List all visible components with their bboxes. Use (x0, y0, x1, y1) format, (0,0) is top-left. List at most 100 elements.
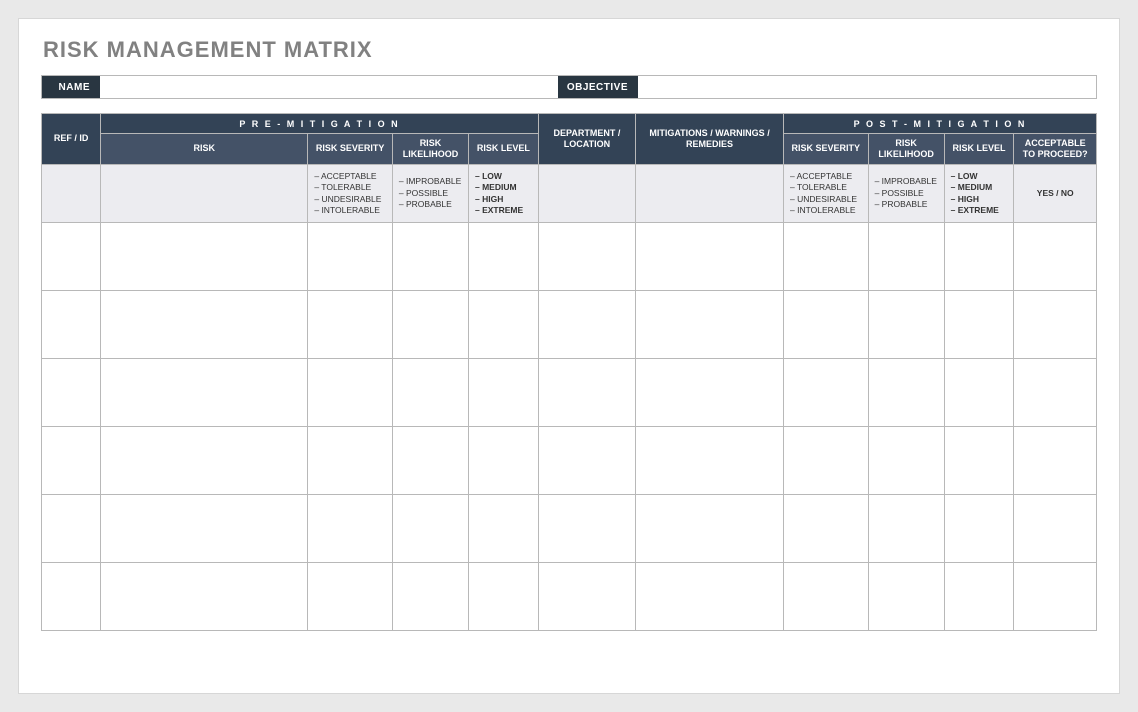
cell[interactable] (538, 427, 635, 495)
cell[interactable] (636, 359, 784, 427)
table-row (42, 291, 1097, 359)
cell[interactable] (101, 359, 308, 427)
name-label: NAME (42, 76, 100, 98)
cell[interactable] (101, 291, 308, 359)
cell[interactable] (636, 291, 784, 359)
cell[interactable] (392, 291, 468, 359)
cell[interactable] (42, 359, 101, 427)
hint-department[interactable] (538, 164, 635, 223)
col-acceptable: ACCEPTABLE TO PROCEED? (1014, 134, 1097, 165)
hints-row: – ACCEPTABLE– TOLERABLE– UNDESIRABLE– IN… (42, 164, 1097, 223)
cell[interactable] (392, 359, 468, 427)
cell[interactable] (42, 427, 101, 495)
cell[interactable] (308, 563, 393, 631)
cell[interactable] (538, 359, 635, 427)
cell[interactable] (868, 359, 944, 427)
cell[interactable] (392, 495, 468, 563)
cell[interactable] (42, 495, 101, 563)
cell[interactable] (392, 427, 468, 495)
cell[interactable] (42, 563, 101, 631)
cell[interactable] (944, 495, 1014, 563)
cell[interactable] (784, 495, 869, 563)
cell[interactable] (469, 291, 539, 359)
col-likelihood-pre: RISK LIKELIHOOD (392, 134, 468, 165)
name-field[interactable] (100, 76, 558, 98)
cell[interactable] (784, 291, 869, 359)
table-row (42, 495, 1097, 563)
page-title: RISK MANAGEMENT MATRIX (43, 37, 1097, 63)
cell[interactable] (868, 223, 944, 291)
cell[interactable] (868, 291, 944, 359)
cell[interactable] (538, 223, 635, 291)
cell[interactable] (944, 291, 1014, 359)
cell[interactable] (944, 359, 1014, 427)
cell[interactable] (101, 563, 308, 631)
col-severity-pre: RISK SEVERITY (308, 134, 393, 165)
cell[interactable] (636, 223, 784, 291)
cell[interactable] (469, 359, 539, 427)
cell[interactable] (784, 359, 869, 427)
cell[interactable] (42, 291, 101, 359)
table-row (42, 563, 1097, 631)
hint-level-pre: – LOW– MEDIUM– HIGH– EXTREME (469, 164, 539, 223)
cell[interactable] (636, 563, 784, 631)
hint-acceptable: YES / NO (1014, 164, 1097, 223)
cell[interactable] (1014, 223, 1097, 291)
cell[interactable] (944, 427, 1014, 495)
cell[interactable] (469, 495, 539, 563)
cell[interactable] (101, 427, 308, 495)
cell[interactable] (1014, 427, 1097, 495)
table-row (42, 223, 1097, 291)
cell[interactable] (469, 563, 539, 631)
band-pre: P R E - M I T I G A T I O N (101, 114, 539, 134)
cell[interactable] (538, 495, 635, 563)
meta-row: NAME OBJECTIVE (41, 75, 1097, 99)
cell[interactable] (538, 291, 635, 359)
hint-likelihood-pre: – IMPROBABLE– POSSIBLE– PROBABLE (392, 164, 468, 223)
objective-label: OBJECTIVE (558, 76, 638, 98)
col-severity-post: RISK SEVERITY (784, 134, 869, 165)
cell[interactable] (308, 223, 393, 291)
risk-matrix-table: REF / ID P R E - M I T I G A T I O N DEP… (41, 113, 1097, 631)
cell[interactable] (308, 359, 393, 427)
cell[interactable] (469, 427, 539, 495)
hint-risk[interactable] (101, 164, 308, 223)
cell[interactable] (308, 291, 393, 359)
hint-severity-post: – ACCEPTABLE– TOLERABLE– UNDESIRABLE– IN… (784, 164, 869, 223)
cell[interactable] (784, 563, 869, 631)
cell[interactable] (1014, 359, 1097, 427)
cell[interactable] (944, 223, 1014, 291)
cell[interactable] (636, 427, 784, 495)
cell[interactable] (1014, 495, 1097, 563)
cell[interactable] (868, 427, 944, 495)
cell[interactable] (1014, 563, 1097, 631)
cell[interactable] (42, 223, 101, 291)
table-head: REF / ID P R E - M I T I G A T I O N DEP… (42, 114, 1097, 165)
band-post: P O S T - M I T I G A T I O N (784, 114, 1097, 134)
cell[interactable] (636, 495, 784, 563)
hint-mitigations[interactable] (636, 164, 784, 223)
col-risk: RISK (101, 134, 308, 165)
col-level-pre: RISK LEVEL (469, 134, 539, 165)
cell[interactable] (1014, 291, 1097, 359)
objective-field[interactable] (638, 76, 1096, 98)
cell[interactable] (538, 563, 635, 631)
cell[interactable] (784, 223, 869, 291)
table-row (42, 427, 1097, 495)
cell[interactable] (308, 427, 393, 495)
hint-ref[interactable] (42, 164, 101, 223)
cell[interactable] (784, 427, 869, 495)
cell[interactable] (868, 495, 944, 563)
cell[interactable] (469, 223, 539, 291)
cell[interactable] (944, 563, 1014, 631)
cell[interactable] (392, 563, 468, 631)
hint-severity-pre: – ACCEPTABLE– TOLERABLE– UNDESIRABLE– IN… (308, 164, 393, 223)
col-level-post: RISK LEVEL (944, 134, 1014, 165)
cell[interactable] (101, 495, 308, 563)
cell[interactable] (308, 495, 393, 563)
cell[interactable] (868, 563, 944, 631)
cell[interactable] (392, 223, 468, 291)
hint-level-post: – LOW– MEDIUM– HIGH– EXTREME (944, 164, 1014, 223)
cell[interactable] (101, 223, 308, 291)
table-body: – ACCEPTABLE– TOLERABLE– UNDESIRABLE– IN… (42, 164, 1097, 631)
